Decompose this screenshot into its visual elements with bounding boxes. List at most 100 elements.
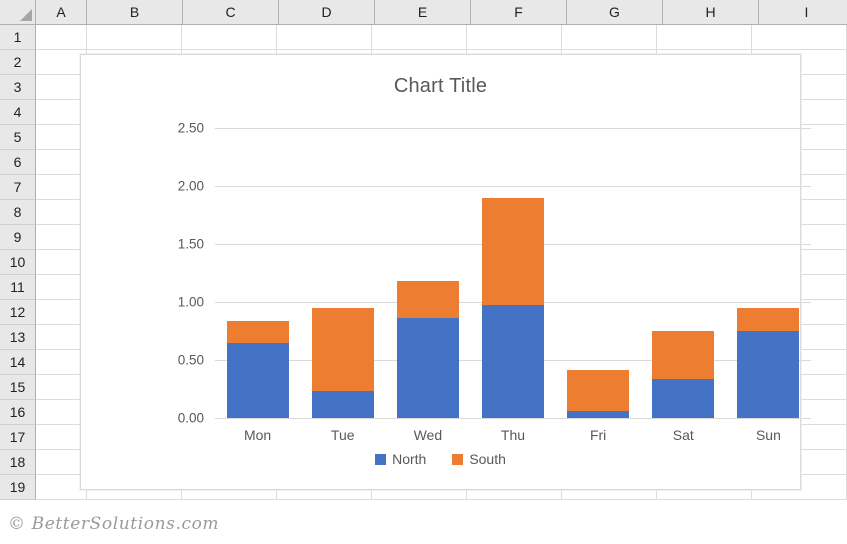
cell-A16[interactable] (36, 400, 87, 424)
cell-F1[interactable] (466, 25, 562, 49)
cell-A3[interactable] (36, 75, 87, 99)
bar-segment-south-sun[interactable] (737, 307, 800, 331)
stacked-bar-tue[interactable] (311, 307, 374, 418)
cell-A11[interactable] (36, 275, 87, 299)
bar-segment-south-wed[interactable] (396, 281, 459, 319)
row-header-7[interactable]: 7 (0, 175, 36, 200)
bar-slot-mon (215, 128, 300, 418)
cell-A17[interactable] (36, 425, 87, 449)
cell-I1[interactable] (751, 25, 847, 49)
row-header-2[interactable]: 2 (0, 50, 36, 75)
cell-A7[interactable] (36, 175, 87, 199)
plot-area[interactable]: 0.00 0.50 1.00 1.50 2.00 2.50 (146, 121, 811, 426)
y-axis-label-1.00: 1.00 (177, 294, 204, 310)
bar-segment-south-sat[interactable] (652, 331, 715, 379)
stacked-bar-wed[interactable] (396, 281, 459, 418)
row-header-19[interactable]: 19 (0, 475, 36, 500)
row-header-12[interactable]: 12 (0, 300, 36, 325)
cell-A19[interactable] (36, 475, 87, 499)
cell-A1[interactable] (36, 25, 87, 49)
bar-slot-sun (726, 128, 811, 418)
row-header-6[interactable]: 6 (0, 150, 36, 175)
stacked-bar-thu[interactable] (481, 197, 544, 418)
cell-A9[interactable] (36, 225, 87, 249)
row-header-column: 1 2 3 4 5 6 7 8 9 10 11 12 13 14 15 16 17 18 19 (0, 25, 36, 500)
bar-segment-south-fri[interactable] (567, 370, 630, 412)
row-header-17[interactable]: 17 (0, 425, 36, 450)
row-header-14[interactable]: 14 (0, 350, 36, 375)
row-header-4[interactable]: 4 (0, 100, 36, 125)
select-all-button[interactable] (0, 0, 36, 25)
stacked-bar-fri[interactable] (567, 370, 630, 418)
cell-D1[interactable] (276, 25, 372, 49)
chart-legend[interactable]: North South (81, 451, 800, 467)
column-header-c[interactable]: C (183, 0, 279, 25)
x-axis-label-tue: Tue (330, 427, 355, 443)
bar-slot-tue (300, 128, 385, 418)
y-axis-label-2.00: 2.00 (177, 178, 204, 194)
column-header-h[interactable]: H (663, 0, 759, 25)
cell-A18[interactable] (36, 450, 87, 474)
stacked-bar-sun[interactable] (737, 307, 800, 418)
x-axis-label-sun: Sun (755, 427, 781, 443)
row-header-5[interactable]: 5 (0, 125, 36, 150)
bar-segment-north-sat[interactable] (652, 378, 715, 418)
cell-A8[interactable] (36, 200, 87, 224)
stacked-bar-mon[interactable] (226, 320, 289, 418)
cell-A14[interactable] (36, 350, 87, 374)
column-header-b[interactable]: B (87, 0, 183, 25)
chart-object[interactable]: Chart Title 0.00 0.50 1.00 1.50 2.00 2.50 Mon… (80, 54, 811, 490)
row-header-1[interactable]: 1 (0, 25, 36, 50)
legend-item-south[interactable]: South (452, 451, 506, 467)
cell-A6[interactable] (36, 150, 87, 174)
cell-A4[interactable] (36, 100, 87, 124)
row-header-3[interactable]: 3 (0, 75, 36, 100)
column-header-f[interactable]: F (471, 0, 567, 25)
cell-H1[interactable] (656, 25, 752, 49)
bar-segment-north-tue[interactable] (311, 391, 374, 418)
row-header-9[interactable]: 9 (0, 225, 36, 250)
row-header-15[interactable]: 15 (0, 375, 36, 400)
x-axis-label-thu: Thu (500, 427, 526, 443)
row-header-13[interactable]: 13 (0, 325, 36, 350)
bar-segment-north-sun[interactable] (737, 331, 800, 418)
legend-item-north[interactable]: North (375, 451, 426, 467)
chart-title[interactable]: Chart Title (81, 75, 800, 98)
column-header-a[interactable]: A (36, 0, 87, 25)
cell-C1[interactable] (181, 25, 277, 49)
row-header-8[interactable]: 8 (0, 200, 36, 225)
bar-segment-south-thu[interactable] (481, 197, 544, 306)
bar-segment-north-fri[interactable] (567, 411, 630, 418)
column-header-e[interactable]: E (375, 0, 471, 25)
cell-B1[interactable] (86, 25, 182, 49)
y-axis-label-1.50: 1.50 (177, 236, 204, 252)
bar-slot-sat (641, 128, 726, 418)
column-header-row: ABCDEFGHI (36, 0, 847, 25)
row-header-18[interactable]: 18 (0, 450, 36, 475)
bar-segment-north-thu[interactable] (481, 305, 544, 418)
select-all-triangle-icon (20, 9, 32, 21)
cell-A10[interactable] (36, 250, 87, 274)
cell-A2[interactable] (36, 50, 87, 74)
bar-segment-south-tue[interactable] (311, 307, 374, 392)
cell-A15[interactable] (36, 375, 87, 399)
stacked-bar-sat[interactable] (652, 331, 715, 418)
bar-segment-south-mon[interactable] (226, 320, 289, 343)
cell-A13[interactable] (36, 325, 87, 349)
bar-segment-north-mon[interactable] (226, 342, 289, 418)
y-axis-label-0.50: 0.50 (177, 352, 204, 368)
row-header-16[interactable]: 16 (0, 400, 36, 425)
column-header-i[interactable]: I (759, 0, 847, 25)
cell-A12[interactable] (36, 300, 87, 324)
row-header-11[interactable]: 11 (0, 275, 36, 300)
column-header-g[interactable]: G (567, 0, 663, 25)
row-header-10[interactable]: 10 (0, 250, 36, 275)
y-axis-label-0.00: 0.00 (177, 410, 204, 426)
gridline (215, 418, 811, 419)
y-axis-label-2.50: 2.50 (177, 120, 204, 136)
cell-G1[interactable] (561, 25, 657, 49)
cell-E1[interactable] (371, 25, 467, 49)
bar-segment-north-wed[interactable] (396, 318, 459, 418)
cell-A5[interactable] (36, 125, 87, 149)
column-header-d[interactable]: D (279, 0, 375, 25)
